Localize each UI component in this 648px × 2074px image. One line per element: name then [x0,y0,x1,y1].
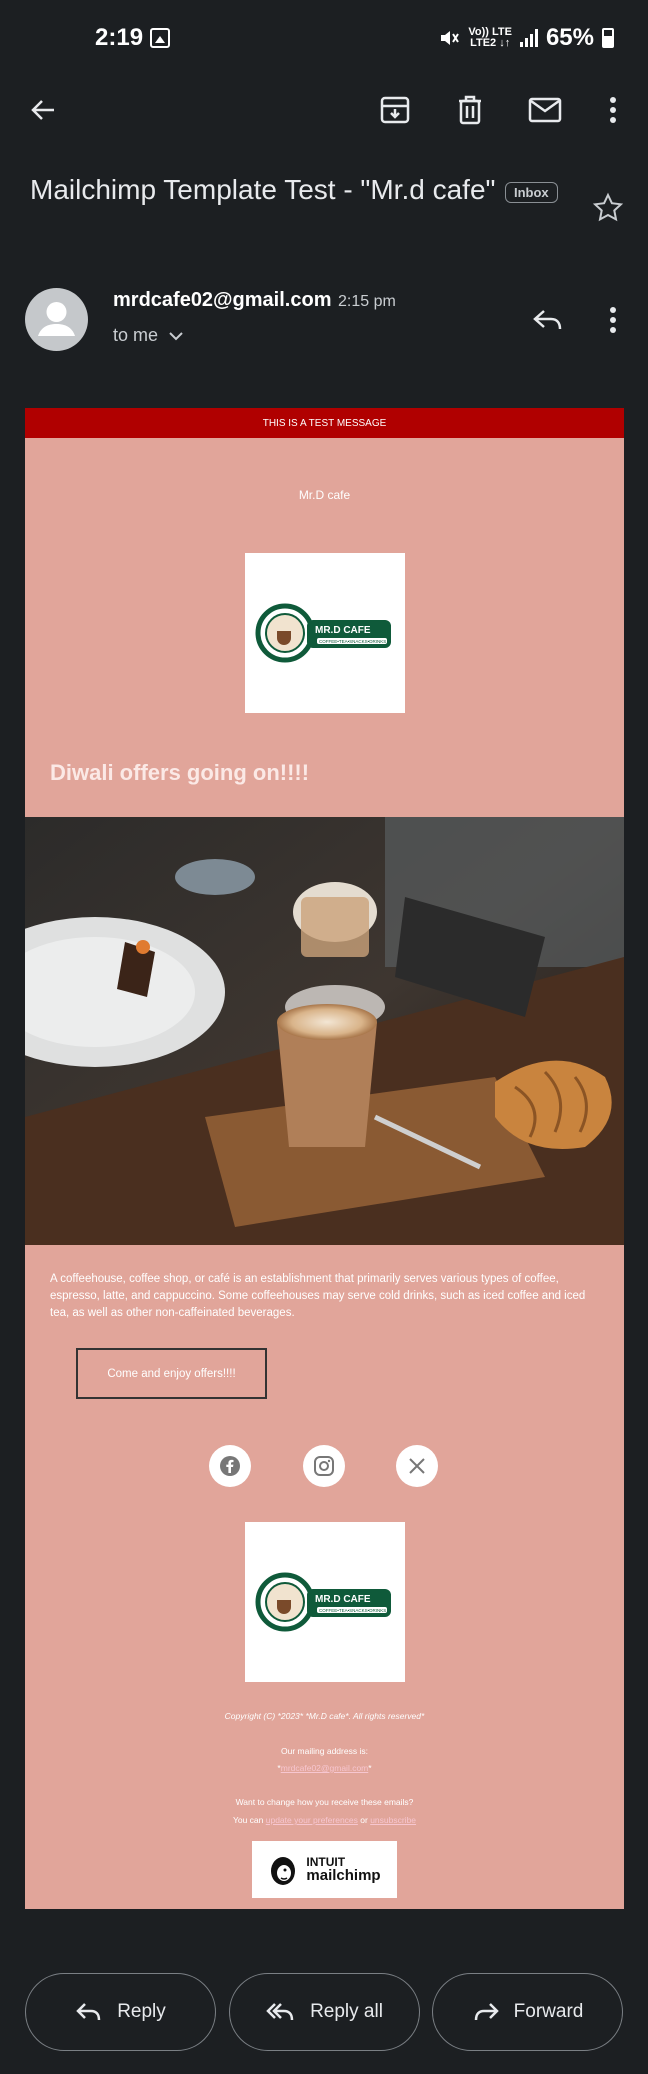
mailchimp-text: mailchimp [306,1867,381,1884]
recipient-label: to me [113,325,159,345]
logo-title: MR.D CAFE [315,625,371,636]
offer-headline: Diwali offers going on!!!! [50,760,310,785]
or-text: or [357,1815,371,1825]
footer-logo-subtitle: COFFEE•TEA•SNACKS•DRINKS [319,1608,386,1613]
body-paragraph: A coffeehouse, coffee shop, or café is a… [50,1273,586,1319]
change-email-text: Want to change how you receive these ema… [235,1797,414,1807]
mark-unread-icon[interactable] [525,90,565,130]
x-icon[interactable] [396,1445,438,1487]
signal-icon [519,29,538,47]
mailchimp-freddie-icon [271,1856,296,1885]
back-arrow-icon[interactable] [23,90,63,130]
chevron-down-icon [169,331,183,340]
mailchimp-wordmark: INTUIT mailchimp [306,1856,380,1883]
cafe-logo[interactable]: MR.D CAFE COFFEE•TEA•SNACKS•DRINKS [245,553,405,713]
archive-icon[interactable] [375,90,415,130]
reply-button[interactable]: Reply [25,1973,216,2051]
brand-name: Mr.D cafe [298,488,351,502]
network-bottom-label: LTE2 ↓↑ [470,37,511,49]
copyright-text: Copyright (C) *2023* *Mr.D cafe*. All ri… [224,1711,425,1721]
recipient-details[interactable]: to me [113,325,184,346]
forward-label: Forward [513,2001,584,2022]
message-more-icon[interactable] [593,300,633,340]
mailchimp-badge[interactable]: INTUIT mailchimp [252,1841,397,1898]
mailing-email-link[interactable]: mrdcafe02@gmail.com [281,1763,369,1773]
logo-subtitle: COFFEE•TEA•SNACKS•DRINKS [319,639,386,644]
reply-all-icon [266,2003,294,2021]
reply-icon[interactable] [528,300,568,340]
footer-cafe-logo[interactable]: MR.D CAFE COFFEE•TEA•SNACKS•DRINKS [245,1522,405,1682]
email-time: 2:15 pm [338,293,396,310]
reply-label: Reply [117,2001,166,2022]
status-time: 2:19 [95,24,144,51]
reply-all-label: Reply all [310,2001,383,2022]
inbox-label-badge[interactable]: Inbox [505,182,558,203]
unsubscribe-link[interactable]: unsubscribe [370,1815,416,1825]
reply-all-button[interactable]: Reply all [229,1973,420,2051]
mute-icon [441,31,460,45]
network-status: Vo)) LTE LTE2 ↓↑ [468,27,512,49]
sender-avatar[interactable] [25,288,88,351]
status-indicators: Vo)) LTE LTE2 ↓↑ 65% [438,24,614,52]
you-can-text: You can [232,1815,266,1825]
mailing-address-label: Our mailing address is: [281,1746,368,1756]
star-icon[interactable] [592,192,624,229]
email-subject: Mailchimp Template Test - "Mr.d cafe" [30,174,496,205]
forward-icon [474,2003,499,2021]
instagram-icon[interactable] [303,1445,345,1487]
more-vert-icon[interactable] [593,90,633,130]
sender-email[interactable]: mrdcafe02@gmail.com [113,289,331,312]
delete-icon[interactable] [450,90,490,130]
forward-button[interactable]: Forward [432,1973,623,2051]
battery-icon [602,28,614,48]
mailing-address: *mrdcafe02@gmail.com* [25,1763,624,1773]
offers-cta-button[interactable]: Come and enjoy offers!!!! [76,1348,267,1399]
battery-percent: 65% [545,24,594,51]
footer-logo-title: MR.D CAFE [315,1594,371,1605]
mailing-suffix: * [368,1763,372,1773]
facebook-icon[interactable] [209,1445,251,1487]
reply-icon [76,2003,101,2021]
cafe-photo [25,817,624,1245]
update-preferences-link[interactable]: update your preferences [266,1815,358,1825]
preferences-line: You can update your preferences or unsub… [25,1815,624,1825]
test-message-banner: THIS IS A TEST MESSAGE [25,408,624,438]
image-notification-icon [150,28,170,48]
